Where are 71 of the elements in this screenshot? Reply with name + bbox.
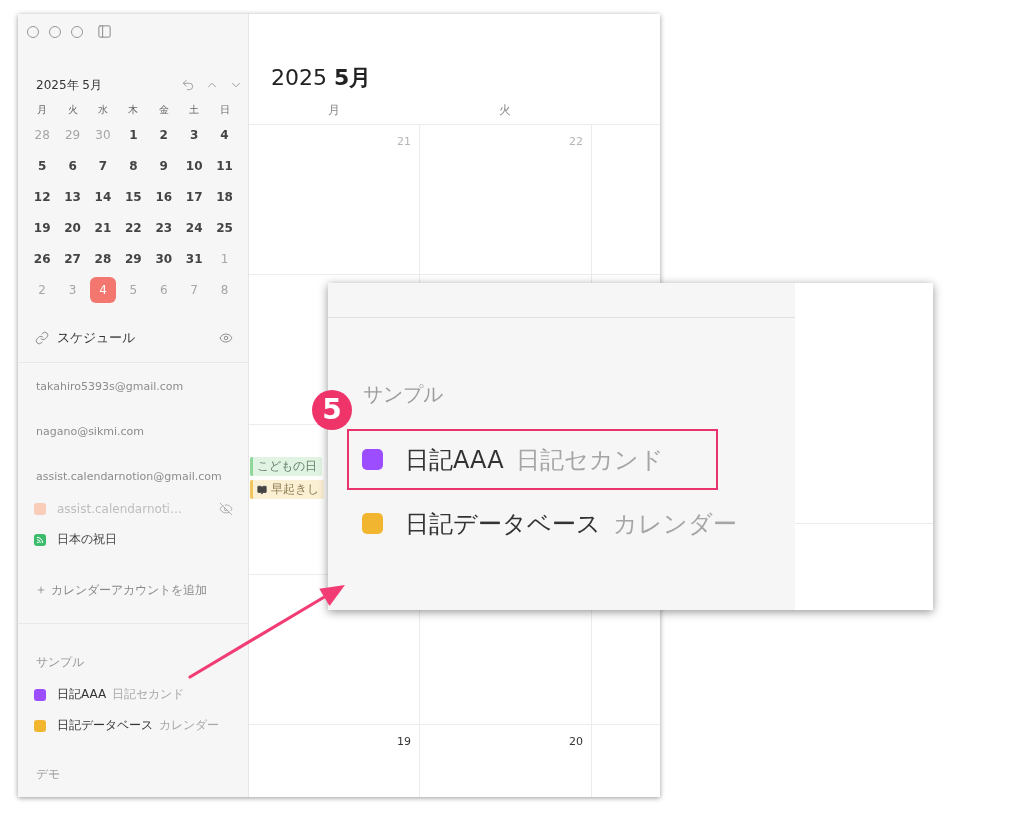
calendar-day[interactable]: 1 [120,121,147,148]
calendar-day[interactable]: 25 [211,214,238,241]
group-title: サンプル [362,381,444,408]
calendar-day[interactable]: 6 [59,152,86,179]
calendar-day[interactable]: 11 [211,152,238,179]
date-number: 20 [569,734,583,750]
book-icon [257,484,267,495]
date-number: 21 [397,134,411,150]
weekday-label: 金 [157,103,170,117]
calendar-day[interactable]: 30 [150,245,177,272]
calendar-day[interactable]: 24 [181,214,208,241]
weekday-header: 月 [327,102,341,119]
calendar-day[interactable]: 10 [181,152,208,179]
calendar-day[interactable]: 4 [211,121,238,148]
calendar-day[interactable]: 9 [150,152,177,179]
calendar-day[interactable]: 28 [89,245,116,272]
calendar-day[interactable]: 31 [181,245,208,272]
date-number: 19 [397,734,411,750]
schedule-link[interactable]: スケジュール [57,328,211,347]
weekday-label: 日 [218,103,231,117]
weekday-label: 水 [96,103,109,117]
calendar-day[interactable]: 14 [89,183,116,210]
weekday-header: 火 [498,102,512,119]
calendar-day[interactable]: 18 [211,183,238,210]
calendar-day[interactable]: 23 [150,214,177,241]
calendar-source: 日記セカンド [112,686,185,703]
calendar-day[interactable]: 17 [181,183,208,210]
weekday-label: 土 [188,103,201,117]
calendar-day[interactable]: 16 [150,183,177,210]
sidebar-toggle-icon[interactable] [97,24,112,39]
calendar-day[interactable]: 7 [89,152,116,179]
calendar-day[interactable]: 26 [29,245,56,272]
calendar-day[interactable]: 15 [120,183,147,210]
calendar-day[interactable]: 5 [29,152,56,179]
eye-off-icon[interactable] [219,501,233,516]
calendar-name: 日記AAA [405,444,504,476]
calendar-name[interactable]: 日記データベース [57,717,153,734]
account-email: nagano@sikmi.com [35,424,146,440]
calendar-name[interactable]: 日本の祝日 [57,531,233,548]
plus-icon[interactable] [36,585,46,595]
weekday-label: 火 [66,103,79,117]
calendar-day[interactable]: 19 [29,214,56,241]
calendar-source: カレンダー [159,717,219,734]
calendar-day[interactable]: 13 [59,183,86,210]
group-title: サンプル [35,654,85,671]
month-label: 2025年 5月 [36,76,102,94]
calendar-day[interactable]: 21 [89,214,116,241]
return-arrow-icon[interactable] [181,78,195,92]
date-number: 22 [569,134,583,150]
calendar-source: カレンダー [613,508,737,540]
account-email: takahiro5393s@gmail.com [35,379,185,395]
event-chip[interactable]: 早起きし [250,480,324,499]
link-icon [35,330,49,345]
calendar-name[interactable]: 日記AAA [57,686,107,703]
calendar-name: 日記データベース [405,508,601,540]
calendar-source: 日記セカンド [515,444,664,476]
event-chip[interactable]: こどもの日 [250,457,322,476]
calendar-day[interactable]: 3 [181,121,208,148]
group-title: デモ [35,766,61,783]
calendar-day[interactable]: 29 [120,245,147,272]
calendar-day[interactable]: 2 [150,121,177,148]
calendar-day[interactable]: 8 [120,152,147,179]
weekday-label: 月 [36,103,49,117]
calendar-day[interactable]: 27 [59,245,86,272]
weekday-label: 木 [127,103,140,117]
calendar-day[interactable]: 20 [59,214,86,241]
eye-icon[interactable] [219,330,233,345]
calendar-day[interactable]: 22 [120,214,147,241]
month-title: 2025 5月 [270,64,373,92]
calendar-day[interactable]: 12 [29,183,56,210]
account-email: assist.calendarnotion@gmail.com [35,469,223,485]
